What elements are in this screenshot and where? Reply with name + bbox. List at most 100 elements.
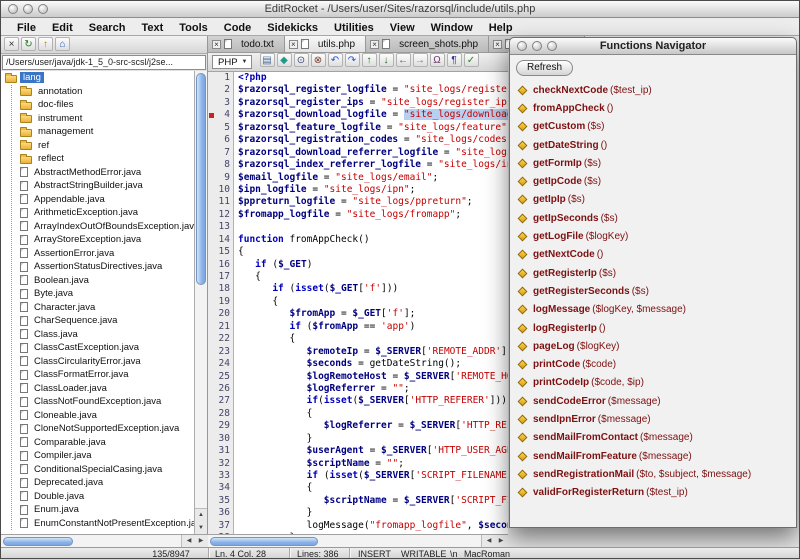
find-icon[interactable]: ⊙ — [293, 53, 309, 67]
function-item[interactable]: sendIpnError ($message) — [516, 410, 796, 428]
tree-file-item[interactable]: ClassLoader.java — [18, 382, 194, 396]
tree-file-item[interactable]: ClassCircularityError.java — [18, 355, 194, 369]
tree-file-item[interactable]: Appendable.java — [18, 193, 194, 207]
tree-file-item[interactable]: AssertionError.java — [18, 247, 194, 261]
function-item[interactable]: pageLog ($logKey) — [516, 337, 796, 355]
close-browser-icon[interactable]: × — [4, 37, 19, 51]
home-icon[interactable]: ⌂ — [55, 37, 70, 51]
tree-file-item[interactable]: ConditionalSpecialCasing.java — [18, 463, 194, 477]
menu-utilities[interactable]: Utilities — [326, 20, 382, 34]
special-chars-icon[interactable]: Ω — [429, 53, 445, 67]
tree-file-item[interactable]: Cloneable.java — [18, 409, 194, 423]
tree-folder-item[interactable]: ref — [18, 139, 194, 153]
function-item[interactable]: checkNextCode ($test_ip) — [516, 81, 796, 99]
tree-file-item[interactable]: CloneNotSupportedException.java — [18, 422, 194, 436]
tree-file-item[interactable]: ClassCastException.java — [18, 341, 194, 355]
tab-close-icon[interactable]: × — [288, 39, 298, 49]
menu-tools[interactable]: Tools — [171, 20, 216, 34]
function-item[interactable]: sendRegistrationMail ($to, $subject, $me… — [516, 465, 796, 483]
function-item[interactable]: sendCodeError ($message) — [516, 392, 796, 410]
function-item[interactable]: printCode ($code) — [516, 355, 796, 373]
function-item[interactable]: logMessage ($logKey, $message) — [516, 301, 796, 319]
tab-screen-shots-php[interactable]: × screen_shots.php — [366, 36, 490, 52]
function-item[interactable]: fromAppCheck() — [516, 99, 796, 117]
menu-text[interactable]: Text — [133, 20, 171, 34]
tree-file-item[interactable]: AbstractMethodError.java — [18, 166, 194, 180]
undo-icon[interactable]: ↶ — [327, 53, 343, 67]
tree-file-item[interactable]: ClassFormatError.java — [18, 368, 194, 382]
tree-file-item[interactable]: AssertionStatusDirectives.java — [18, 260, 194, 274]
tree-file-item[interactable]: Boolean.java — [18, 274, 194, 288]
menu-sidekicks[interactable]: Sidekicks — [259, 20, 326, 34]
up-directory-icon[interactable]: ↑ — [38, 37, 53, 51]
tree-file-item[interactable]: Byte.java — [18, 287, 194, 301]
refresh-button[interactable]: Refresh — [516, 60, 574, 76]
menu-help[interactable]: Help — [481, 20, 521, 34]
browser-horizontal-scrollbar[interactable]: ◀ ▶ — [1, 534, 208, 547]
menu-search[interactable]: Search — [81, 20, 134, 34]
previous-icon[interactable]: ↑ — [361, 53, 377, 67]
next-icon[interactable]: ↓ — [378, 53, 394, 67]
function-item[interactable]: getDateString() — [516, 136, 796, 154]
tree-file-item[interactable]: EnumConstantNotPresentException.java — [18, 517, 194, 531]
function-item[interactable]: getIpIp ($s) — [516, 191, 796, 209]
functions-navigator-titlebar[interactable]: Functions Navigator — [510, 38, 796, 55]
redo-icon[interactable]: ↷ — [344, 53, 360, 67]
function-item[interactable]: getIpSeconds ($s) — [516, 209, 796, 227]
tree-file-item[interactable]: Compiler.java — [18, 449, 194, 463]
function-item[interactable]: getLogFile ($logKey) — [516, 227, 796, 245]
scrollbar-arrows[interactable]: ◀ ▶ — [181, 535, 208, 547]
function-item[interactable]: getCustom ($s) — [516, 118, 796, 136]
menu-view[interactable]: View — [382, 20, 423, 34]
function-item[interactable]: getRegisterIp ($s) — [516, 264, 796, 282]
tab-close-icon[interactable]: × — [493, 39, 503, 49]
tree-file-item[interactable]: ArrayStoreException.java — [18, 233, 194, 247]
snippet-icon[interactable]: ◆ — [276, 53, 292, 67]
tree-file-item[interactable]: Double.java — [18, 490, 194, 504]
function-item[interactable]: logRegisterIp() — [516, 319, 796, 337]
function-item[interactable]: getNextCode() — [516, 246, 796, 264]
tree-file-item[interactable]: ArrayIndexOutOfBoundsException.java — [18, 220, 194, 234]
menu-window[interactable]: Window — [423, 20, 481, 34]
function-item[interactable]: validForRegisterReturn ($test_ip) — [516, 484, 796, 502]
function-item[interactable]: getIpCode ($s) — [516, 172, 796, 190]
tree-file-item[interactable]: AbstractStringBuilder.java — [18, 179, 194, 193]
tree-folder-item[interactable]: instrument — [18, 112, 194, 126]
tree-folder-item[interactable]: management — [18, 125, 194, 139]
paragraph-icon[interactable]: ¶ — [446, 53, 462, 67]
new-document-icon[interactable]: ▤ — [259, 53, 275, 67]
tree-file-item[interactable]: Comparable.java — [18, 436, 194, 450]
tree-file-item[interactable]: CharSequence.java — [18, 314, 194, 328]
browser-vertical-scrollbar[interactable]: ▲ ▼ — [194, 71, 207, 534]
menu-code[interactable]: Code — [216, 20, 260, 34]
scrollbar-thumb[interactable] — [196, 73, 206, 285]
menu-edit[interactable]: Edit — [44, 20, 81, 34]
scrollbar-arrows[interactable]: ▲ ▼ — [195, 508, 207, 534]
tree-root-item[interactable]: lang — [1, 71, 194, 85]
refresh-icon[interactable]: ↻ — [21, 37, 36, 51]
tree-folder-item[interactable]: doc-files — [18, 98, 194, 112]
function-item[interactable]: getRegisterSeconds ($s) — [516, 282, 796, 300]
scrollbar-arrows[interactable]: ◀ ▶ — [481, 535, 508, 547]
browser-path-field[interactable]: /Users/user/java/jdk-1_5_0-src-scsl/j2se… — [2, 55, 206, 70]
editor-code[interactable]: <?php $razorsql_register_logfile = "site_… — [235, 72, 508, 534]
function-item[interactable]: getFormIp ($s) — [516, 154, 796, 172]
tree-file-item[interactable]: ArithmeticException.java — [18, 206, 194, 220]
tree-file-item[interactable]: Class.java — [18, 328, 194, 342]
title-bar[interactable]: EditRocket - /Users/user/Sites/razorsql/… — [1, 1, 799, 18]
tree-file-item[interactable]: Deprecated.java — [18, 476, 194, 490]
shift-right-icon[interactable]: → — [412, 53, 428, 67]
scrollbar-thumb[interactable] — [3, 537, 73, 546]
function-item[interactable]: printCodeIp ($code, $ip) — [516, 374, 796, 392]
menu-file[interactable]: File — [9, 20, 44, 34]
tab-close-icon[interactable]: × — [212, 39, 221, 49]
tab-utils-php[interactable]: × utils.php — [284, 36, 367, 52]
tree-file-item[interactable]: Enum.java — [18, 503, 194, 517]
scrollbar-thumb[interactable] — [210, 537, 318, 546]
tree-file-item[interactable]: Character.java — [18, 301, 194, 315]
function-item[interactable]: sendMailFromFeature ($message) — [516, 447, 796, 465]
tree-folder-item[interactable]: reflect — [18, 152, 194, 166]
tab-close-icon[interactable]: × — [370, 39, 380, 49]
editor-horizontal-scrollbar[interactable]: ◀ ▶ — [208, 534, 508, 547]
tree-file-item[interactable]: ClassNotFoundException.java — [18, 395, 194, 409]
